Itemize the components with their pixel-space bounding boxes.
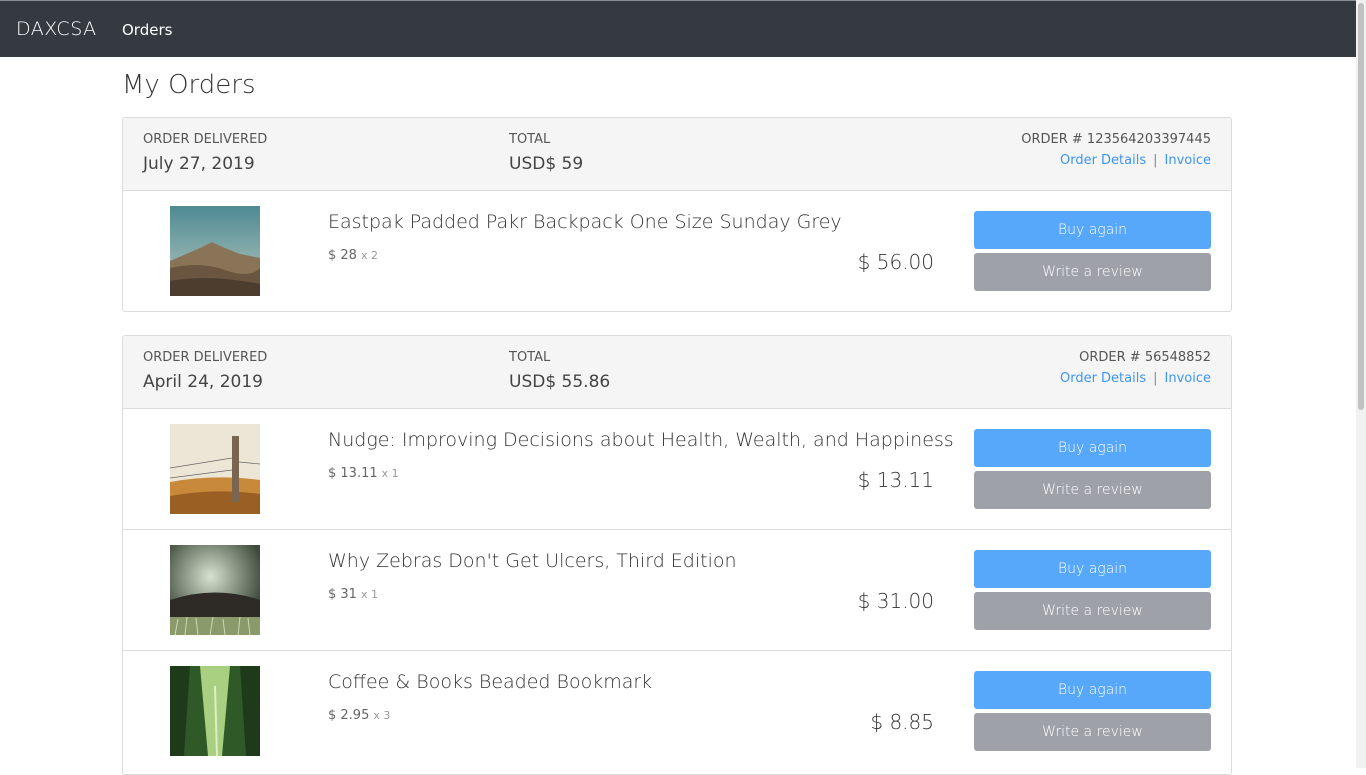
quantity: x 1 xyxy=(381,467,399,480)
unit-price-value: $ 28 xyxy=(328,248,357,263)
page-scrollbar[interactable] xyxy=(1356,0,1366,768)
buy-again-button[interactable]: Buy again xyxy=(974,429,1211,467)
quantity: x 1 xyxy=(360,588,378,601)
order-item: Eastpak Padded Pakr Backpack One Size Su… xyxy=(123,191,1231,311)
delivered-date: July 27, 2019 xyxy=(143,154,255,174)
product-image[interactable] xyxy=(170,666,260,756)
unit-price-value: $ 2.95 xyxy=(328,708,370,723)
bamboo-forest-icon xyxy=(170,666,260,756)
order-card: ORDER DELIVERED July 27, 2019 TOTAL USD$… xyxy=(122,117,1232,312)
delivered-label: ORDER DELIVERED xyxy=(143,132,268,147)
unit-price-value: $ 13.11 xyxy=(328,466,378,481)
invoice-link[interactable]: Invoice xyxy=(1165,371,1211,386)
unit-price: $ 31 x 1 xyxy=(328,587,378,602)
link-separator: | xyxy=(1153,371,1158,386)
order-details-link[interactable]: Order Details xyxy=(1060,371,1146,386)
line-total: $ 31.00 xyxy=(857,589,934,613)
page-title: My Orders xyxy=(122,70,256,100)
order-details-link[interactable]: Order Details xyxy=(1060,153,1146,168)
write-review-button[interactable]: Write a review xyxy=(974,713,1211,751)
unit-price-value: $ 31 xyxy=(328,587,357,602)
link-separator: | xyxy=(1153,153,1158,168)
product-image[interactable] xyxy=(170,206,260,296)
order-item: Coffee & Books Beaded Bookmark $ 2.95 x 3… xyxy=(123,651,1231,771)
unit-price: $ 13.11 x 1 xyxy=(328,466,399,481)
total-label: TOTAL xyxy=(509,350,551,365)
unit-price: $ 28 x 2 xyxy=(328,248,378,263)
write-review-button[interactable]: Write a review xyxy=(974,592,1211,630)
line-total: $ 8.85 xyxy=(870,710,934,734)
order-links: Order Details | Invoice xyxy=(1060,153,1211,168)
unit-price: $ 2.95 x 3 xyxy=(328,708,390,723)
write-review-button[interactable]: Write a review xyxy=(974,253,1211,291)
line-total: $ 56.00 xyxy=(857,250,934,274)
order-item: Why Zebras Don't Get Ulcers, Third Editi… xyxy=(123,530,1231,651)
quantity: x 2 xyxy=(360,249,378,262)
write-review-button[interactable]: Write a review xyxy=(974,471,1211,509)
order-links: Order Details | Invoice xyxy=(1060,371,1211,386)
product-title[interactable]: Why Zebras Don't Get Ulcers, Third Editi… xyxy=(328,550,737,572)
invoice-link[interactable]: Invoice xyxy=(1165,153,1211,168)
nav-link-orders[interactable]: Orders xyxy=(122,21,172,39)
order-header: ORDER DELIVERED April 24, 2019 TOTAL USD… xyxy=(123,336,1231,409)
fence-post-field-icon xyxy=(170,424,260,514)
delivered-date: April 24, 2019 xyxy=(143,372,263,392)
product-title[interactable]: Nudge: Improving Decisions about Health,… xyxy=(328,429,954,451)
order-number: ORDER # 56548852 xyxy=(1079,350,1211,365)
order-number: ORDER # 123564203397445 xyxy=(1021,132,1211,147)
line-total: $ 13.11 xyxy=(857,468,934,492)
mountain-landscape-icon xyxy=(170,206,260,296)
buy-again-button[interactable]: Buy again xyxy=(974,211,1211,249)
scrollbar-thumb[interactable] xyxy=(1358,3,1364,410)
grass-forest-icon xyxy=(170,545,260,635)
delivered-label: ORDER DELIVERED xyxy=(143,350,268,365)
order-header: ORDER DELIVERED July 27, 2019 TOTAL USD$… xyxy=(123,118,1231,191)
product-title[interactable]: Eastpak Padded Pakr Backpack One Size Su… xyxy=(328,211,842,233)
order-item: Nudge: Improving Decisions about Health,… xyxy=(123,409,1231,530)
total-label: TOTAL xyxy=(509,132,551,147)
product-image[interactable] xyxy=(170,424,260,514)
order-total: USD$ 59 xyxy=(509,154,584,174)
order-card: ORDER DELIVERED April 24, 2019 TOTAL USD… xyxy=(122,335,1232,775)
top-navbar: DAXCSA Orders xyxy=(0,0,1366,57)
product-image[interactable] xyxy=(170,545,260,635)
quantity: x 3 xyxy=(373,709,391,722)
buy-again-button[interactable]: Buy again xyxy=(974,671,1211,709)
brand-logo[interactable]: DAXCSA xyxy=(16,18,97,40)
product-title[interactable]: Coffee & Books Beaded Bookmark xyxy=(328,671,652,693)
buy-again-button[interactable]: Buy again xyxy=(974,550,1211,588)
order-total: USD$ 55.86 xyxy=(509,372,611,392)
